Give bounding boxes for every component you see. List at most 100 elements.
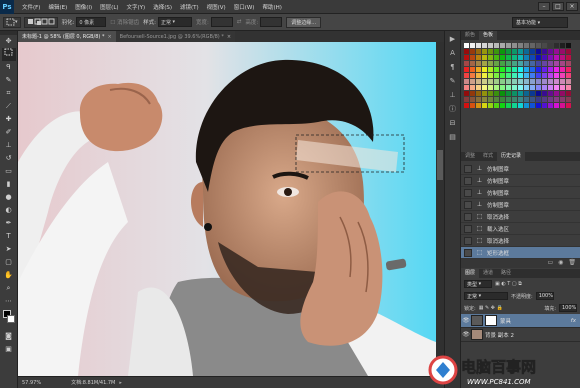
color-swatch[interactable] [488, 79, 493, 84]
eyedropper-tool-icon[interactable]: ⟋ [2, 100, 16, 113]
color-swatch[interactable] [500, 79, 505, 84]
color-swatch[interactable] [476, 73, 481, 78]
snapshot-checkbox[interactable] [464, 188, 472, 197]
vertical-scrollbar[interactable] [436, 42, 444, 376]
color-swatch[interactable] [500, 91, 505, 96]
color-swatch[interactable] [530, 61, 535, 66]
hand-tool-icon[interactable]: ✋ [2, 269, 16, 282]
menu-select[interactable]: 选择(S) [149, 3, 176, 11]
color-swatch[interactable] [488, 91, 493, 96]
tab-layers[interactable]: 图层 [461, 269, 480, 278]
color-swatch[interactable] [488, 73, 493, 78]
color-swatch[interactable] [524, 73, 529, 78]
color-swatch[interactable] [482, 91, 487, 96]
color-swatch[interactable] [488, 61, 493, 66]
color-swatch[interactable] [524, 103, 529, 108]
color-swatch[interactable] [488, 43, 493, 48]
color-swatch[interactable] [530, 43, 535, 48]
dodge-tool-icon[interactable]: ◐ [2, 204, 16, 217]
color-swatch[interactable] [476, 67, 481, 72]
menu-type[interactable]: 文字(Y) [123, 3, 150, 11]
menu-window[interactable]: 窗口(W) [230, 3, 259, 11]
color-swatch[interactable] [518, 61, 523, 66]
color-swatch[interactable] [560, 49, 565, 54]
color-swatch[interactable] [506, 61, 511, 66]
color-swatch[interactable] [476, 49, 481, 54]
color-swatch[interactable] [506, 79, 511, 84]
rect-marquee-tool-icon[interactable] [1, 48, 16, 61]
color-swatch[interactable] [500, 85, 505, 90]
color-swatch[interactable] [566, 49, 571, 54]
lasso-tool-icon[interactable]: ᑫ [2, 61, 16, 74]
color-swatches[interactable] [0, 308, 17, 330]
color-swatch[interactable] [554, 67, 559, 72]
color-swatch[interactable] [536, 97, 541, 102]
filter-icons[interactable]: ▣ ◐ T ▢ ⧉ [495, 281, 522, 287]
color-swatch[interactable] [470, 85, 475, 90]
color-swatch[interactable] [560, 55, 565, 60]
color-swatch[interactable] [560, 103, 565, 108]
color-swatch[interactable] [476, 91, 481, 96]
color-swatch[interactable] [512, 49, 517, 54]
color-swatch[interactable] [524, 67, 529, 72]
feather-input[interactable]: 0 像素 [76, 17, 107, 27]
color-swatch[interactable] [560, 91, 565, 96]
move-tool-icon[interactable]: ✥ [2, 35, 16, 48]
color-swatch[interactable] [476, 79, 481, 84]
color-swatch[interactable] [500, 67, 505, 72]
color-swatch[interactable] [548, 103, 553, 108]
tab-color[interactable]: 颜色 [461, 31, 479, 40]
snapshot-checkbox[interactable] [464, 212, 472, 221]
color-swatch[interactable] [476, 61, 481, 66]
color-swatch[interactable] [470, 91, 475, 96]
color-swatch[interactable] [566, 73, 571, 78]
antialias-checkbox[interactable]: ☐ 消除锯齿 [110, 18, 139, 26]
color-swatch[interactable] [482, 61, 487, 66]
color-swatch[interactable] [500, 61, 505, 66]
color-swatch[interactable] [536, 73, 541, 78]
menu-help[interactable]: 帮助(H) [258, 3, 285, 11]
history-item[interactable]: ⬚ 取消选择 [461, 235, 580, 247]
color-swatch[interactable] [524, 61, 529, 66]
color-swatch[interactable] [536, 67, 541, 72]
color-swatch[interactable] [482, 73, 487, 78]
tab-paths[interactable]: 路径 [497, 269, 515, 278]
color-swatch[interactable] [506, 103, 511, 108]
color-swatch[interactable] [530, 103, 535, 108]
color-swatch[interactable] [548, 67, 553, 72]
color-swatch[interactable] [464, 103, 469, 108]
history-item[interactable]: ⬚ 取消选择 [461, 211, 580, 223]
color-swatch[interactable] [482, 97, 487, 102]
color-swatch[interactable] [494, 61, 499, 66]
color-swatch[interactable] [566, 55, 571, 60]
color-swatch[interactable] [494, 73, 499, 78]
color-swatch[interactable] [470, 55, 475, 60]
color-swatch[interactable] [554, 97, 559, 102]
color-swatch[interactable] [566, 103, 571, 108]
color-swatch[interactable] [524, 79, 529, 84]
color-swatch[interactable] [494, 55, 499, 60]
color-swatch[interactable] [518, 79, 523, 84]
close-icon[interactable]: × [227, 34, 231, 40]
history-item[interactable]: ⊥ 仿制图章 [461, 199, 580, 211]
workspace-select[interactable]: 基本功能 ▾ [512, 17, 568, 28]
play-icon[interactable]: ▶ [447, 34, 458, 45]
width-input[interactable] [210, 17, 233, 27]
trash-icon[interactable]: 🗑 [568, 259, 576, 268]
color-swatch[interactable] [476, 97, 481, 102]
color-swatch[interactable] [506, 49, 511, 54]
menu-filter[interactable]: 滤镜(T) [176, 3, 203, 11]
brush-tool-icon[interactable]: ✐ [2, 126, 16, 139]
color-swatch[interactable] [536, 85, 541, 90]
snapshot-checkbox[interactable] [464, 200, 472, 209]
minimize-button[interactable]: – [538, 2, 550, 11]
fx-icon[interactable]: fx [571, 318, 576, 324]
color-swatch[interactable] [536, 49, 541, 54]
color-swatch[interactable] [560, 73, 565, 78]
color-swatch[interactable] [482, 79, 487, 84]
color-swatch[interactable] [518, 91, 523, 96]
color-swatch[interactable] [488, 85, 493, 90]
color-swatch[interactable] [518, 85, 523, 90]
color-swatch[interactable] [530, 67, 535, 72]
status-arrow-icon[interactable]: ▸ [119, 380, 122, 386]
